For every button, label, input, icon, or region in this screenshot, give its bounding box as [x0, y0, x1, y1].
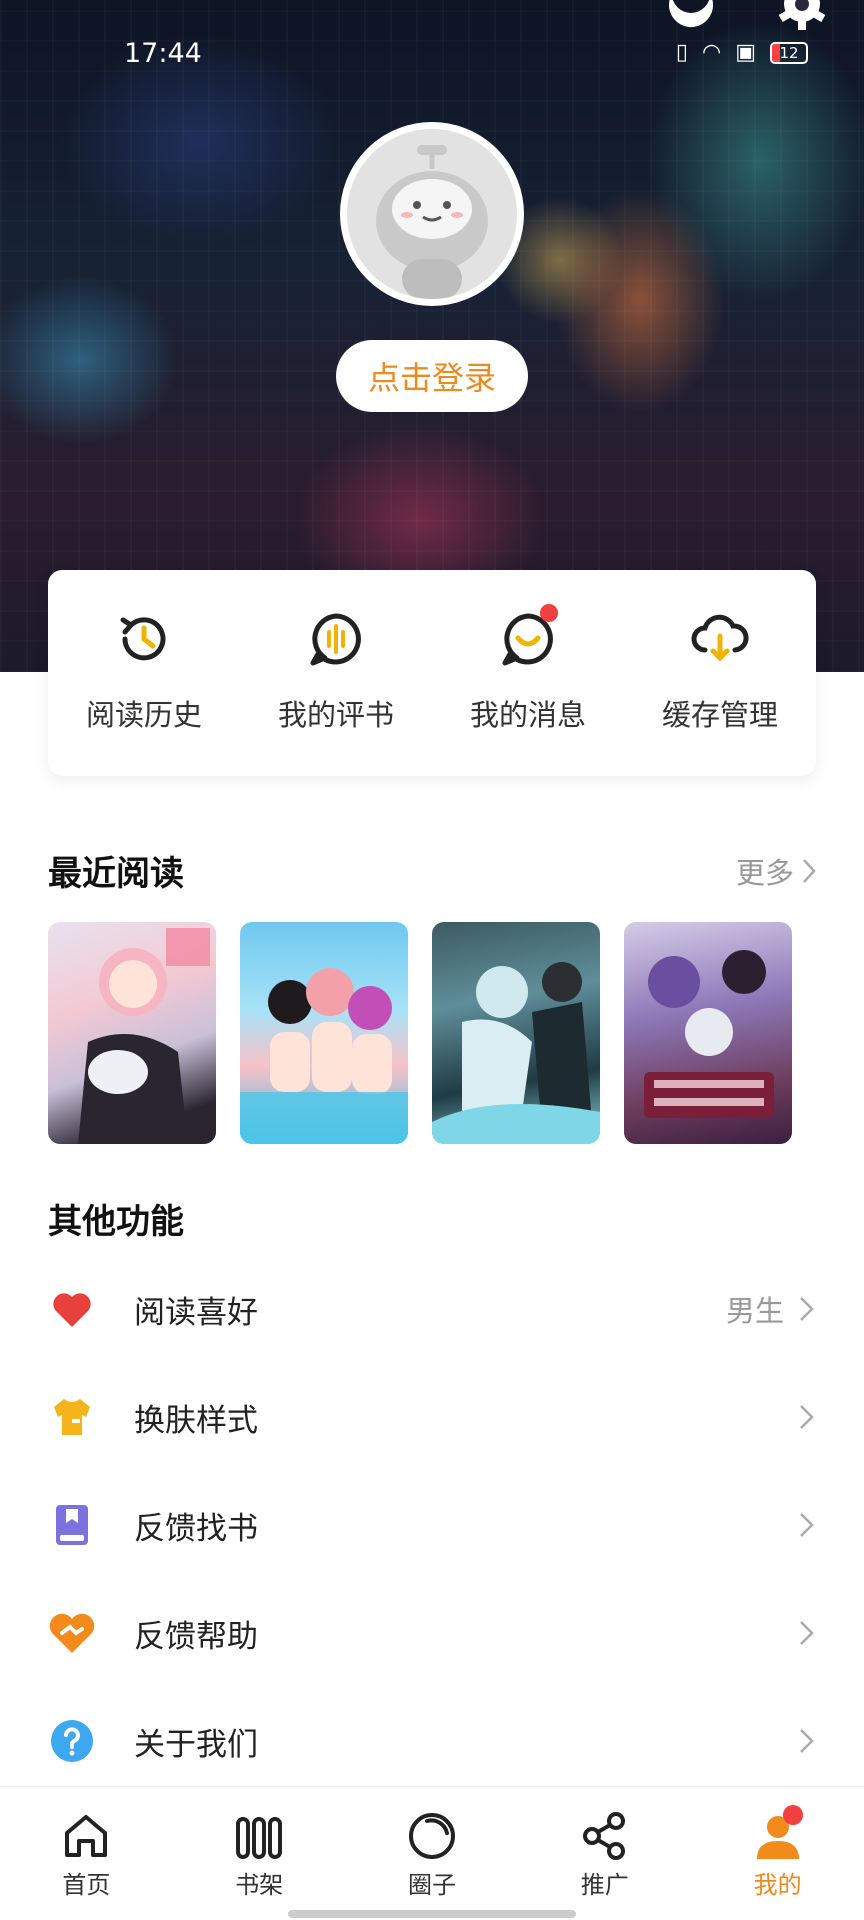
- recent-covers: [48, 922, 792, 1144]
- book-cover[interactable]: [48, 922, 216, 1144]
- night-mode-icon[interactable]: [664, 0, 716, 34]
- chevron-right-icon: [800, 1621, 814, 1645]
- tab-home[interactable]: 首页: [0, 1787, 173, 1920]
- quick-actions-card: 阅读历史 我的评书 我的消息 缓存管理: [48, 570, 816, 776]
- history-icon: [120, 617, 166, 661]
- more-label: 更多: [735, 856, 794, 890]
- book-icon: [56, 1505, 88, 1545]
- menu-item-label: 反馈找书: [134, 1510, 258, 1547]
- cover-art: [78, 928, 210, 1144]
- quick-action-label: 缓存管理: [661, 698, 778, 732]
- quick-action-messages[interactable]: 我的消息: [432, 570, 624, 776]
- chevron-right-icon: [803, 859, 816, 883]
- quick-action-history[interactable]: 阅读历史: [48, 570, 240, 776]
- menu-item-label: 反馈帮助: [134, 1618, 258, 1655]
- cover-art: [432, 962, 600, 1144]
- tab-label: 首页: [62, 1871, 111, 1899]
- tab-label: 圈子: [407, 1871, 456, 1899]
- quick-action-label: 阅读历史: [85, 698, 202, 732]
- tshirt-icon: [54, 1399, 90, 1435]
- status-time: 17:44: [124, 38, 202, 69]
- wifi-icon: ◠: [702, 40, 722, 65]
- quick-action-cache[interactable]: 缓存管理: [624, 570, 816, 776]
- chevron-right-icon: [800, 1513, 814, 1537]
- settings-menu: 阅读喜好 男生 换肤样式 反馈找书 反馈帮助 关于我们: [0, 1255, 864, 1795]
- battery-indicator: 12: [770, 41, 808, 64]
- chevron-right-icon: [800, 1729, 814, 1753]
- menu-item-feedback-help[interactable]: 反馈帮助: [0, 1579, 864, 1687]
- comment-book-icon: [310, 613, 361, 666]
- menu-item-label: 阅读喜好: [134, 1294, 258, 1331]
- vibrate-icon: ▯: [675, 40, 688, 65]
- menu-item-about-us[interactable]: 关于我们: [0, 1687, 864, 1795]
- help-handshake-icon: [49, 1613, 95, 1653]
- tab-label: 书架: [235, 1871, 284, 1899]
- menu-item-label: 换肤样式: [134, 1402, 258, 1439]
- menu-item-label: 关于我们: [134, 1726, 258, 1763]
- quick-action-label: 我的消息: [469, 698, 586, 732]
- quick-action-comments[interactable]: 我的评书: [240, 570, 432, 776]
- avatar[interactable]: [340, 122, 524, 306]
- login-button[interactable]: 点击登录: [336, 340, 528, 412]
- cover-art: [240, 968, 408, 1144]
- robot-avatar-icon: [347, 129, 517, 299]
- share-icon: [582, 1812, 625, 1860]
- battery-level: 12: [779, 43, 799, 62]
- book-cover[interactable]: [624, 922, 792, 1144]
- book-cover[interactable]: [240, 922, 408, 1144]
- bottom-tab-bar: 首页 书架 圈子 推广 我的: [0, 1786, 864, 1920]
- recent-reading-title: 最近阅读: [48, 854, 184, 894]
- chevron-right-icon: [800, 1405, 814, 1429]
- question-icon: [51, 1720, 93, 1762]
- tab-label: 推广: [580, 1871, 629, 1899]
- more-link[interactable]: 更多: [736, 850, 816, 892]
- tab-promote[interactable]: 推广: [518, 1787, 691, 1920]
- home-indicator[interactable]: [288, 1910, 576, 1918]
- home-icon: [65, 1815, 108, 1857]
- sim-icon: ▣: [735, 40, 756, 65]
- tab-label: 我的: [753, 1871, 802, 1899]
- menu-item-value: 男生: [725, 1294, 784, 1328]
- circle-icon: [408, 1813, 455, 1859]
- menu-item-skin-style[interactable]: 换肤样式: [0, 1363, 864, 1471]
- tab-circle[interactable]: 圈子: [346, 1787, 519, 1920]
- tab-mine[interactable]: 我的: [691, 1787, 864, 1920]
- menu-item-reading-preference[interactable]: 阅读喜好 男生: [0, 1255, 864, 1363]
- unread-dot: [540, 604, 558, 622]
- cover-art: [644, 950, 774, 1118]
- menu-item-feedback-book[interactable]: 反馈找书: [0, 1471, 864, 1579]
- other-functions-title: 其他功能: [48, 1202, 184, 1242]
- quick-action-label: 我的评书: [277, 698, 394, 732]
- book-cover[interactable]: [432, 922, 600, 1144]
- tab-bookshelf[interactable]: 书架: [173, 1787, 346, 1920]
- heart-icon: [53, 1293, 91, 1327]
- cloud-download-icon: [691, 614, 749, 662]
- chevron-right-icon: [800, 1297, 814, 1321]
- bookshelf-icon: [236, 1817, 283, 1859]
- status-icons: ▯ ◠ ▣ 12: [676, 40, 808, 65]
- gear-icon[interactable]: [776, 0, 828, 34]
